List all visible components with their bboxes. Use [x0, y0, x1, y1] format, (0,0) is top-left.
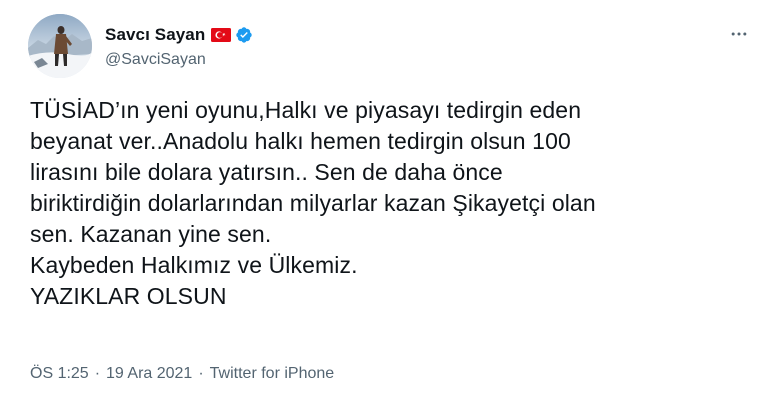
tweet-text-line: Kaybeden Halkımız ve Ülkemiz. — [30, 252, 358, 278]
tweet-text-line: YAZIKLAR OLSUN — [30, 283, 227, 309]
meta-separator: · — [94, 365, 101, 382]
avatar-image — [28, 14, 92, 78]
tweet-text-line: TÜSİAD’ın yeni oyunu,Halkı ve piyasayı t… — [30, 97, 582, 123]
tweet-text-line: beyanat ver..Anadolu halkı hemen tedirgi… — [30, 128, 571, 154]
avatar[interactable] — [28, 14, 92, 78]
author-names: Savcı Sayan @SavciSayan — [105, 24, 253, 69]
verified-badge-icon — [236, 26, 253, 43]
tweet-time[interactable]: ÖS 1:25 — [30, 365, 89, 383]
tweet-text-line: sen. Kazanan yine sen. — [30, 221, 272, 247]
tweet-text-line: lirasını bile dolara yatırsın.. Sen de d… — [30, 159, 503, 185]
meta-separator: · — [198, 365, 204, 382]
turkey-flag-icon — [211, 27, 232, 42]
more-horizontal-icon — [731, 32, 747, 36]
tweet-date[interactable]: 19 Ara 2021 — [106, 365, 192, 383]
display-name[interactable]: Savcı Sayan — [105, 25, 205, 45]
tweet-meta: ÖS 1:25 · 19 Ara 2021 · Twitter for iPho… — [30, 365, 334, 383]
tweet-text-line: biriktirdiğin dolarlarından milyarlar ka… — [30, 190, 596, 216]
tweet-card: Savcı Sayan @SavciSayan TÜSİAD’ın yeni o… — [0, 0, 782, 407]
tweet-text: TÜSİAD’ın yeni oyunu,Halkı ve piyasayı t… — [30, 95, 760, 312]
name-row: Savcı Sayan — [105, 24, 253, 46]
more-options-button[interactable] — [724, 22, 754, 46]
tweet-header: Savcı Sayan @SavciSayan — [28, 14, 253, 78]
tweet-source[interactable]: Twitter for iPhone — [210, 365, 335, 383]
author-handle[interactable]: @SavciSayan — [105, 51, 253, 69]
